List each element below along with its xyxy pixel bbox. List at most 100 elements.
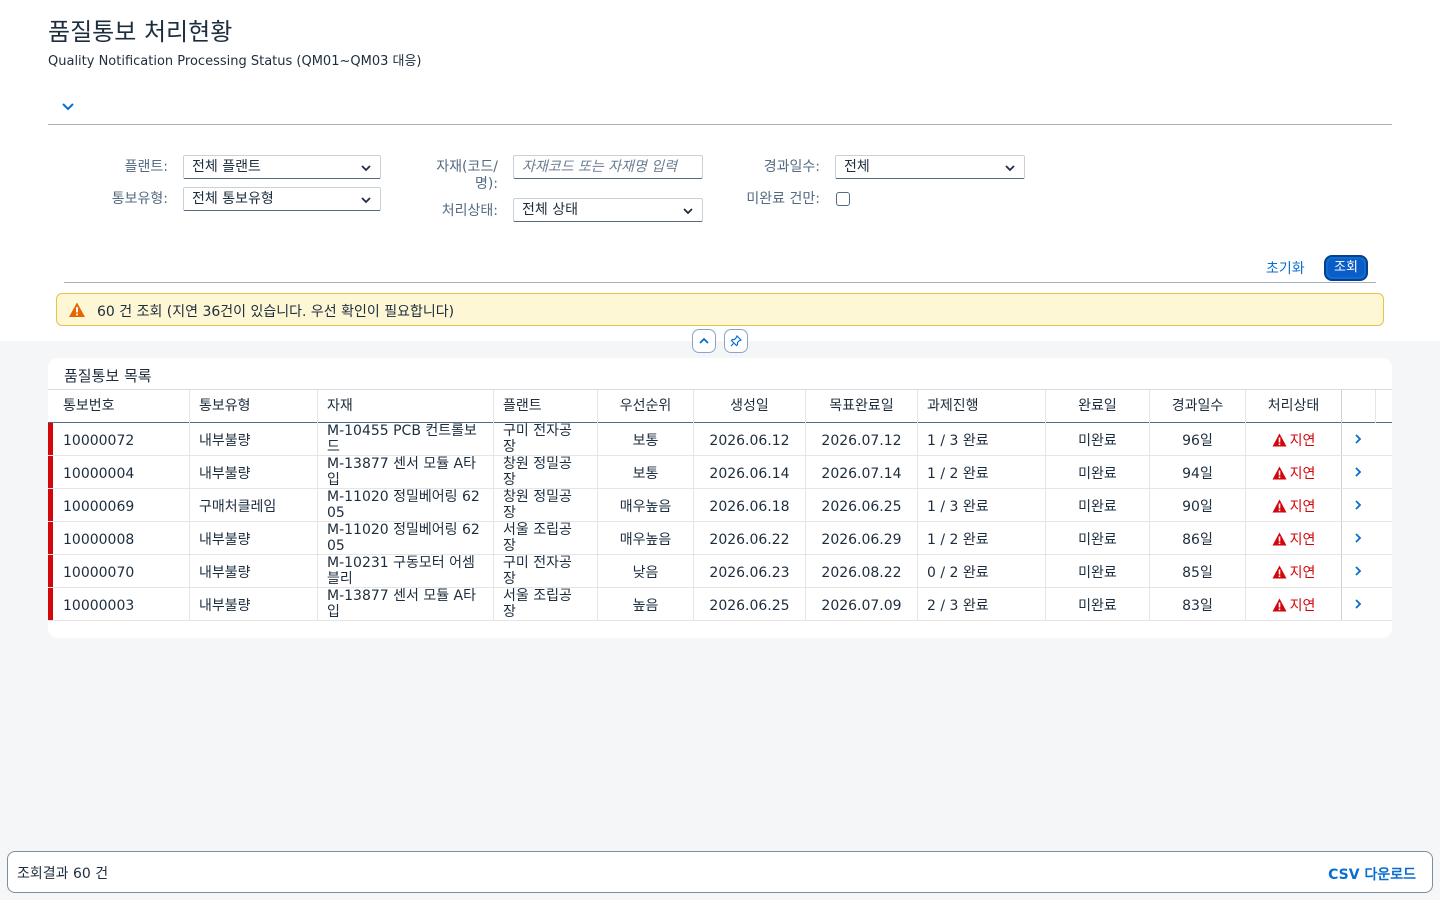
cell-plant: 서울 조립공장 <box>494 588 598 620</box>
cell-status: 지연 <box>1246 456 1342 488</box>
cell-priority: 보통 <box>598 456 694 488</box>
column-header[interactable]: 목표완료일 <box>806 390 918 423</box>
cell-plant: 창원 정밀공장 <box>494 489 598 521</box>
column-header[interactable]: 생성일 <box>694 390 806 423</box>
cell-plant: 서울 조립공장 <box>494 522 598 554</box>
chevron-up-icon <box>699 337 709 344</box>
material-search-input[interactable] <box>513 155 703 179</box>
cell-type: 내부불량 <box>190 588 318 620</box>
column-header[interactable]: 통보유형 <box>190 390 318 423</box>
material-label-line2: 명): <box>474 176 498 192</box>
chevron-right-icon[interactable] <box>1352 565 1364 577</box>
chevron-down-icon <box>1005 165 1015 172</box>
chevron-down-icon[interactable] <box>60 98 76 114</box>
cell-target: 2026.07.12 <box>806 423 918 455</box>
cell-created: 2026.06.14 <box>694 456 806 488</box>
search-button[interactable]: 조회 <box>1324 255 1368 281</box>
plant-select[interactable]: 전체 플랜트 <box>183 155 381 179</box>
chevron-right-icon[interactable] <box>1352 433 1364 445</box>
cell-material: M-13877 센서 모듈 A타입 <box>318 588 494 620</box>
table-row[interactable]: 10000069 구매처클레임 M-11020 정밀베어링 6205 창원 정밀… <box>48 489 1392 522</box>
cell-progress: 1 / 3 완료 <box>918 489 1046 521</box>
table-row[interactable]: 10000072 내부불량 M-10455 PCB 컨트롤보드 구미 전자공장 … <box>48 423 1392 456</box>
cell-target: 2026.07.14 <box>806 456 918 488</box>
chevron-right-icon[interactable] <box>1352 598 1364 610</box>
column-header[interactable]: 플랜트 <box>494 390 598 423</box>
column-header[interactable]: 자재 <box>318 390 494 423</box>
cell-progress: 1 / 2 완료 <box>918 522 1046 554</box>
cell-progress: 0 / 2 완료 <box>918 555 1046 587</box>
collapse-header-button[interactable] <box>692 329 716 353</box>
header-area: 품질통보 처리현황 Quality Notification Processin… <box>0 0 1440 341</box>
cell-created: 2026.06.22 <box>694 522 806 554</box>
result-count: 조회결과 60 건 <box>17 866 109 882</box>
cell-notification-no: 10000008 <box>53 522 190 554</box>
column-header-nav <box>1342 390 1376 423</box>
warning-icon <box>69 302 85 317</box>
divider <box>64 282 1376 283</box>
table-header: 통보번호 통보유형 자재 플랜트 우선순위 생성일 목표완료일 과제진행 완료일… <box>48 389 1392 423</box>
cell-created: 2026.06.18 <box>694 489 806 521</box>
cell-done: 미완료 <box>1046 489 1150 521</box>
table-row[interactable]: 10000004 내부불량 M-13877 센서 모듈 A타입 창원 정밀공장 … <box>48 456 1392 489</box>
cell-created: 2026.06.25 <box>694 588 806 620</box>
cell-priority: 낮음 <box>598 555 694 587</box>
chevron-right-icon[interactable] <box>1352 466 1364 478</box>
cell-status: 지연 <box>1246 423 1342 455</box>
status-select[interactable]: 전체 상태 <box>513 198 703 222</box>
chevron-right-icon[interactable] <box>1352 499 1364 511</box>
page-title: 품질통보 처리현황 <box>48 18 233 46</box>
status-label: 처리상태: <box>441 203 498 219</box>
cell-priority: 매우높음 <box>598 522 694 554</box>
cell-type: 내부불량 <box>190 423 318 455</box>
chevron-down-icon <box>361 165 371 172</box>
chevron-right-icon[interactable] <box>1352 532 1364 544</box>
table-row[interactable]: 10000008 내부불량 M-11020 정밀베어링 6205 서울 조립공장… <box>48 522 1392 555</box>
cell-notification-no: 10000070 <box>53 555 190 587</box>
cell-priority: 보통 <box>598 423 694 455</box>
alert-triangle-icon <box>1272 532 1287 546</box>
cell-elapsed: 83일 <box>1150 588 1246 620</box>
cell-plant: 창원 정밀공장 <box>494 456 598 488</box>
cell-done: 미완료 <box>1046 588 1150 620</box>
plant-label: 플랜트: <box>124 159 168 175</box>
elapsed-label: 경과일수: <box>763 159 820 175</box>
cell-elapsed: 96일 <box>1150 423 1246 455</box>
cell-elapsed: 86일 <box>1150 522 1246 554</box>
cell-done: 미완료 <box>1046 522 1150 554</box>
notif-type-select[interactable]: 전체 통보유형 <box>183 187 381 211</box>
column-header[interactable]: 우선순위 <box>598 390 694 423</box>
cell-material: M-13877 센서 모듈 A타입 <box>318 456 494 488</box>
table-row[interactable]: 10000003 내부불량 M-13877 센서 모듈 A타입 서울 조립공장 … <box>48 588 1392 621</box>
status-text: 지연 <box>1289 565 1316 581</box>
reset-button[interactable]: 초기화 <box>1266 258 1305 278</box>
cell-target: 2026.06.29 <box>806 522 918 554</box>
column-header[interactable]: 통보번호 <box>53 390 190 423</box>
csv-download-button[interactable]: CSV 다운로드 <box>1328 864 1416 884</box>
column-header[interactable]: 과제진행 <box>918 390 1046 423</box>
table-row[interactable]: 10000070 내부불량 M-10231 구동모터 어셈블리 구미 전자공장 … <box>48 555 1392 588</box>
status-select-value: 전체 상태 <box>522 202 578 218</box>
chevron-down-icon <box>361 197 371 204</box>
divider <box>48 124 1392 125</box>
incomplete-checkbox[interactable] <box>836 192 850 206</box>
alert-triangle-icon <box>1272 598 1287 612</box>
column-header[interactable]: 경과일수 <box>1150 390 1246 423</box>
message-text: 60 건 조회 (지연 36건이 있습니다. 우선 확인이 필요합니다) <box>97 304 455 320</box>
cell-type: 내부불량 <box>190 522 318 554</box>
status-text: 지연 <box>1289 532 1316 548</box>
elapsed-select[interactable]: 전체 <box>835 155 1025 179</box>
alert-triangle-icon <box>1272 565 1287 579</box>
status-text: 지연 <box>1289 433 1316 449</box>
column-header[interactable]: 완료일 <box>1046 390 1150 423</box>
status-text: 지연 <box>1289 466 1316 482</box>
alert-triangle-icon <box>1272 466 1287 480</box>
alert-triangle-icon <box>1272 499 1287 513</box>
notif-type-select-value: 전체 통보유형 <box>192 191 274 207</box>
pin-header-button[interactable] <box>724 329 748 353</box>
cell-notification-no: 10000003 <box>53 588 190 620</box>
cell-done: 미완료 <box>1046 456 1150 488</box>
cell-status: 지연 <box>1246 588 1342 620</box>
cell-status: 지연 <box>1246 555 1342 587</box>
column-header[interactable]: 처리상태 <box>1246 390 1342 423</box>
